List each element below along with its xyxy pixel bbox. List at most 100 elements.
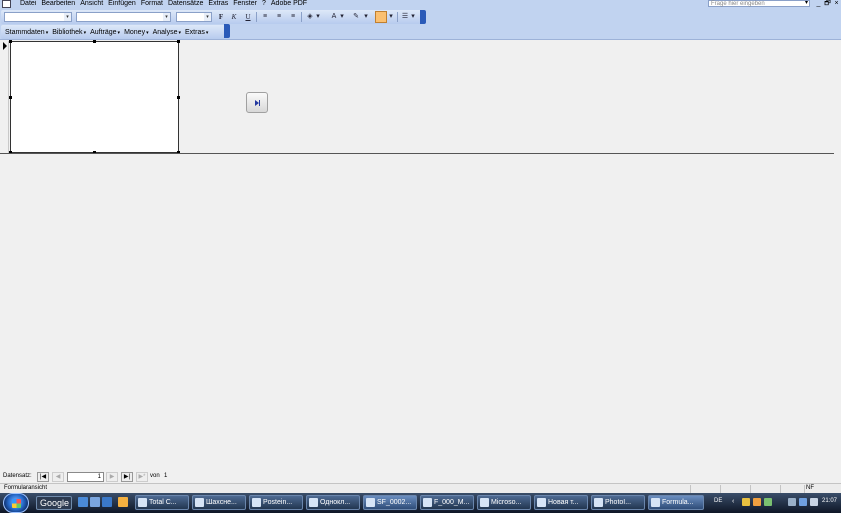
resize-handle[interactable] xyxy=(9,40,12,43)
font-name-combo[interactable]: ▾ xyxy=(76,12,171,22)
new-record-button[interactable]: ▶* xyxy=(136,472,148,482)
menu-bibliothek-label: Bibliothek xyxy=(52,28,83,36)
start-button[interactable] xyxy=(3,493,29,513)
taskbar-item[interactable]: Postein... xyxy=(249,495,303,510)
chevron-down-icon[interactable]: ▾ xyxy=(204,13,211,21)
taskbar-item-label: Шахсне... xyxy=(206,499,237,506)
menu-extras-custom[interactable]: Extras▾ xyxy=(185,29,208,36)
show-desktop-icon[interactable] xyxy=(78,497,88,507)
toolbar-separator xyxy=(397,12,398,22)
taskbar-item-label: Total C... xyxy=(149,499,177,506)
tray-app-icon[interactable] xyxy=(799,498,807,506)
align-right-icon[interactable]: ≡ xyxy=(288,12,298,22)
record-selector[interactable] xyxy=(0,41,9,154)
italic-button[interactable]: K xyxy=(229,12,239,22)
app-icon xyxy=(480,498,489,507)
app-icon xyxy=(651,498,660,507)
menu-datensaetze[interactable]: Datensätze xyxy=(168,0,208,8)
image-frame[interactable] xyxy=(9,40,180,154)
menu-extras[interactable]: Extras xyxy=(208,0,233,8)
taskbar-item[interactable]: SF_0002... xyxy=(363,495,417,510)
taskbar-item-label: Новая т... xyxy=(548,499,579,506)
menu-datei[interactable]: Datei xyxy=(20,0,41,8)
menu-stammdaten[interactable]: Stammdaten▾ xyxy=(5,29,48,36)
align-left-icon[interactable]: ≡ xyxy=(260,12,270,22)
menu-fenster[interactable]: Fenster xyxy=(233,0,262,8)
chevron-left-icon[interactable]: ‹ xyxy=(732,498,740,506)
status-cell xyxy=(720,485,750,493)
toolbar-options-icon[interactable] xyxy=(224,24,230,38)
menu-bearbeiten[interactable]: Bearbeiten xyxy=(41,0,80,8)
restore-button[interactable]: 🗗 xyxy=(823,0,832,8)
font-size-combo[interactable]: ▾ xyxy=(176,12,212,22)
help-question-input[interactable]: Frage hier eingeben xyxy=(708,0,810,7)
toolbar-options-icon[interactable] xyxy=(420,10,426,24)
fill-color-icon[interactable]: ◈ xyxy=(305,12,315,22)
taskbar-item[interactable]: Total C... xyxy=(135,495,189,510)
chevron-down-icon[interactable]: ▾ xyxy=(163,13,170,21)
underline-button[interactable]: U xyxy=(243,12,253,22)
taskbar-item[interactable]: Microso... xyxy=(477,495,531,510)
record-number-input[interactable]: 1 xyxy=(67,472,104,482)
resize-handle[interactable] xyxy=(177,40,180,43)
google-search-box[interactable]: Google xyxy=(36,496,72,510)
resize-handle[interactable] xyxy=(93,40,96,43)
minimize-button[interactable]: _ xyxy=(814,0,823,8)
explorer-icon[interactable] xyxy=(102,497,112,507)
volume-icon[interactable] xyxy=(810,498,818,506)
next-record-nav-button[interactable]: ▶ xyxy=(106,472,118,482)
resize-handle[interactable] xyxy=(9,96,12,99)
tray-app-icon[interactable] xyxy=(742,498,750,506)
align-center-icon[interactable]: ≡ xyxy=(274,12,284,22)
language-indicator[interactable]: DE xyxy=(714,498,722,504)
next-record-button[interactable] xyxy=(246,92,268,113)
chevron-down-icon: ▾ xyxy=(146,29,149,36)
menu-money[interactable]: Money▾ xyxy=(124,29,149,36)
previous-record-button[interactable]: ◀ xyxy=(52,472,64,482)
line-width-icon[interactable]: ☰ xyxy=(400,12,410,22)
taskbar-item-label: Однокл... xyxy=(320,499,351,506)
menu-analyse[interactable]: Analyse▾ xyxy=(153,29,181,36)
tray-app-icon[interactable] xyxy=(764,498,772,506)
menu-auftraege[interactable]: Aufträge▾ xyxy=(90,29,120,36)
custom-toolbar: Stammdaten▾ Bibliothek▾ Aufträge▾ Money▾… xyxy=(0,24,841,40)
chevron-down-icon[interactable]: ▾ xyxy=(315,12,321,22)
menu-help[interactable]: ? xyxy=(262,0,271,8)
menu-format[interactable]: Format xyxy=(141,0,168,8)
line-color-icon[interactable]: ✎ xyxy=(351,12,361,22)
tray-app-icon[interactable] xyxy=(753,498,761,506)
menu-einfuegen[interactable]: Einfügen xyxy=(108,0,141,8)
first-record-button[interactable]: |◀ xyxy=(37,472,49,482)
menu-adobe-pdf[interactable]: Adobe PDF xyxy=(271,0,312,8)
resize-handle[interactable] xyxy=(177,96,180,99)
taskbar-item[interactable]: PhotoI... xyxy=(591,495,645,510)
special-effect-button[interactable] xyxy=(375,11,387,23)
network-icon[interactable] xyxy=(788,498,796,506)
mail-icon[interactable] xyxy=(90,497,100,507)
app-icon xyxy=(423,498,432,507)
taskbar-item-label: Microso... xyxy=(491,499,522,506)
close-button[interactable]: × xyxy=(832,0,841,8)
chevron-down-icon[interactable]: ▾ xyxy=(410,12,416,22)
menu-bibliothek[interactable]: Bibliothek▾ xyxy=(52,29,86,36)
chevron-down-icon[interactable]: ▾ xyxy=(339,12,345,22)
taskbar-item[interactable]: Шахсне... xyxy=(192,495,246,510)
chevron-down-icon: ▾ xyxy=(178,29,182,36)
media-icon[interactable] xyxy=(118,497,128,507)
taskbar-item[interactable]: Новая т... xyxy=(534,495,588,510)
help-dropdown-icon[interactable]: ▾ xyxy=(803,0,810,7)
clock[interactable]: 21:07 xyxy=(822,498,837,504)
font-color-button[interactable]: A xyxy=(329,12,339,22)
bold-button[interactable]: F xyxy=(216,12,226,22)
taskbar-item[interactable]: Однокл... xyxy=(306,495,360,510)
object-select-combo[interactable]: ▾ xyxy=(4,12,72,22)
detail-section-divider xyxy=(0,153,834,154)
taskbar-item[interactable]: F_000_M... xyxy=(420,495,474,510)
chevron-down-icon[interactable]: ▾ xyxy=(388,12,394,22)
chevron-down-icon[interactable]: ▾ xyxy=(64,13,71,21)
chevron-down-icon[interactable]: ▾ xyxy=(363,12,369,22)
taskbar-item[interactable]: Formula... xyxy=(648,495,704,510)
access-app-icon[interactable] xyxy=(2,0,11,8)
menu-ansicht[interactable]: Ansicht xyxy=(80,0,108,8)
last-record-button[interactable]: ▶| xyxy=(121,472,133,482)
